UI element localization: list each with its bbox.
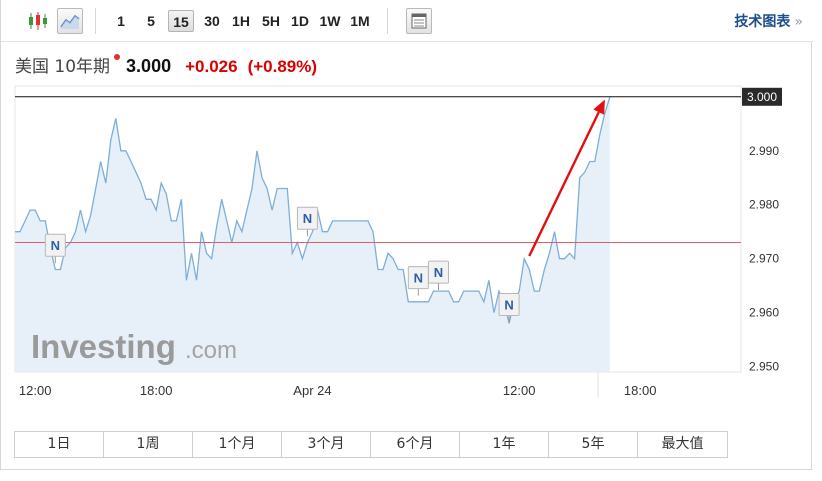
news-marker-label: N xyxy=(414,271,423,286)
x-tick-label: 12:00 xyxy=(503,383,536,398)
range-5y[interactable]: 5年 xyxy=(549,432,638,457)
range-1d[interactable]: 1日 xyxy=(15,432,104,457)
y-tick-label: 2.970 xyxy=(749,252,779,266)
news-marker-label: N xyxy=(303,211,312,226)
range-1m[interactable]: 1个月 xyxy=(193,432,282,457)
y-tick-label: 2.960 xyxy=(749,306,779,320)
chart-widget: 1 5 15 30 1H 5H 1D 1W 1M 技术图表» 美国 10年期 3.… xyxy=(0,0,813,470)
news-marker-label: N xyxy=(51,238,60,253)
x-tick-label: 18:00 xyxy=(140,383,173,398)
x-tick-label: 18:00 xyxy=(624,383,657,398)
y-axis: 2.990 2.980 2.970 2.960 2.950 3.000 xyxy=(742,87,782,374)
range-1y[interactable]: 1年 xyxy=(460,432,549,457)
watermark-brand-bold: Investing xyxy=(31,328,176,365)
news-marker-label: N xyxy=(504,298,513,313)
current-price-tag-label: 3.000 xyxy=(747,90,777,104)
x-tick-label: Apr 24 xyxy=(293,383,331,398)
range-3m[interactable]: 3个月 xyxy=(282,432,371,457)
y-tick-label: 2.950 xyxy=(749,360,779,374)
range-max[interactable]: 最大值 xyxy=(638,432,727,457)
y-tick-label: 2.980 xyxy=(749,198,779,212)
price-chart[interactable]: NNN NN Investing .com 2.9902.9802.9702.96… xyxy=(1,0,813,425)
watermark-brand-light: .com xyxy=(185,337,237,364)
x-tick-label: 12:00 xyxy=(19,383,52,398)
news-marker-label: N xyxy=(434,265,443,280)
x-axis: 12:00 18:00 Apr 24 12:00 18:00 xyxy=(19,372,657,398)
y-tick-label: 2.990 xyxy=(749,144,779,158)
time-range-bar: 1日 1周 1个月 3个月 6个月 1年 5年 最大值 xyxy=(14,431,728,458)
range-1w[interactable]: 1周 xyxy=(104,432,193,457)
current-price-tag: 3.000 xyxy=(742,87,782,106)
range-6m[interactable]: 6个月 xyxy=(371,432,460,457)
